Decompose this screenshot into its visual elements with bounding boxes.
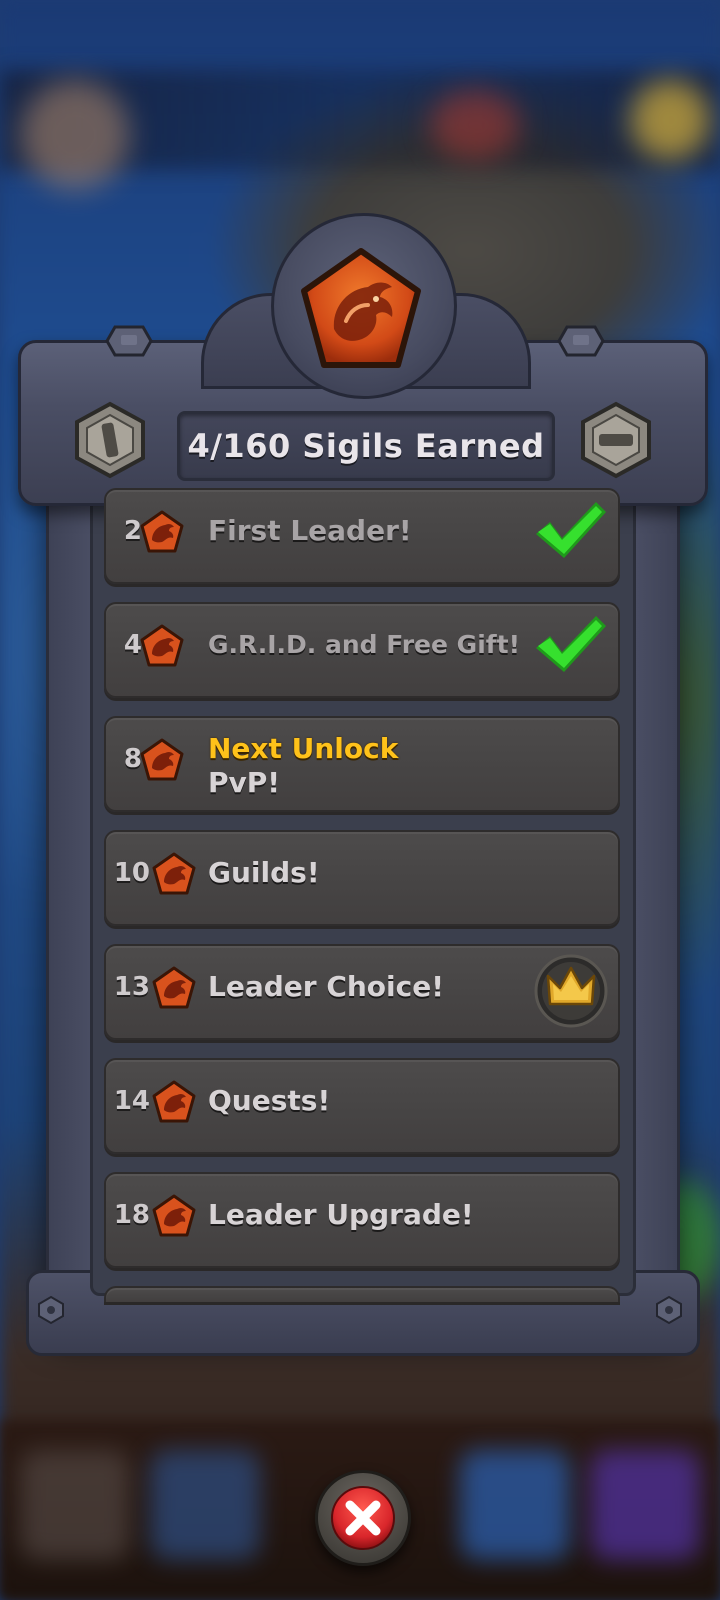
sigil-requirement: 4 xyxy=(123,630,142,660)
check-icon xyxy=(536,502,606,558)
list-item-leader-upgrade[interactable]: 18 Leader Upgrade! xyxy=(104,1172,620,1268)
background-tab xyxy=(460,1450,570,1560)
unlock-title: Leader Choice! xyxy=(208,970,444,1003)
sigil-icon xyxy=(152,852,196,895)
small-bolt-icon xyxy=(557,325,605,357)
sigil-icon xyxy=(152,1194,196,1237)
hex-bolt-icon xyxy=(581,401,651,479)
unlock-title: G.R.I.D. and Free Gift! xyxy=(208,630,520,659)
background-tab xyxy=(150,1450,260,1560)
list-item-quests[interactable]: 14 Quests! xyxy=(104,1058,620,1154)
sigils-counter-plate: 4/160 Sigils Earned xyxy=(177,411,555,481)
sigil-icon xyxy=(140,624,184,667)
unlock-title: Guilds! xyxy=(208,856,320,889)
list-item-guilds[interactable]: 10 Guilds! xyxy=(104,830,620,926)
unlock-title: First Leader! xyxy=(208,514,412,547)
unlock-title: Quests! xyxy=(208,1084,331,1117)
close-button[interactable] xyxy=(315,1470,411,1566)
sigil-requirement: 2 xyxy=(123,516,142,546)
small-bolt-icon xyxy=(105,325,153,357)
background-blob xyxy=(20,80,130,190)
list-item-grid-free-gift[interactable]: 4 G.R.I.D. and Free Gift! xyxy=(104,602,620,698)
sigil-icon xyxy=(140,738,184,781)
corner-bolt-icon xyxy=(38,1295,64,1325)
sigil-requirement: 13 xyxy=(113,972,150,1002)
sigils-panel: 4/160 Sigils Earned 2 First Leader! 4 G.… xyxy=(18,213,708,1356)
sigil-requirement: 8 xyxy=(123,744,142,774)
check-icon xyxy=(536,616,606,672)
list-item-pvp[interactable]: 8 Next Unlock PvP! xyxy=(104,716,620,812)
list-item-partial[interactable] xyxy=(104,1286,620,1302)
background-blob xyxy=(430,90,520,160)
sigil-icon xyxy=(152,1080,196,1123)
next-unlock-label: Next Unlock xyxy=(208,732,399,765)
background-blob xyxy=(630,80,710,160)
dragon-sigil-icon xyxy=(301,248,421,368)
background-tab xyxy=(20,1450,130,1560)
close-icon xyxy=(331,1486,395,1550)
sigil-icon xyxy=(152,966,196,1009)
sigil-icon xyxy=(140,510,184,553)
unlock-title: Leader Upgrade! xyxy=(208,1198,474,1231)
crown-icon xyxy=(534,954,608,1028)
sigil-requirement: 18 xyxy=(113,1200,150,1230)
list-item-first-leader[interactable]: 2 First Leader! xyxy=(104,488,620,584)
background-tab xyxy=(590,1450,700,1560)
panel-header: 4/160 Sigils Earned xyxy=(18,213,708,506)
hex-bolt-icon xyxy=(75,401,145,479)
corner-bolt-icon xyxy=(656,1295,682,1325)
sigils-earned-title: 4/160 Sigils Earned xyxy=(187,427,545,465)
sigil-requirement: 14 xyxy=(113,1086,150,1116)
list-item-leader-choice[interactable]: 13 Leader Choice! xyxy=(104,944,620,1040)
sigil-requirement: 10 xyxy=(113,858,150,888)
unlock-title: PvP! xyxy=(208,766,281,799)
